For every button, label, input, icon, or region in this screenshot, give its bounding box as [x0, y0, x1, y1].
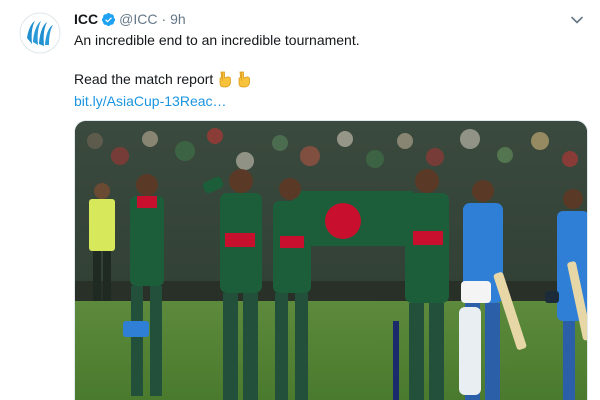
- verified-badge-icon: [101, 12, 116, 27]
- tweet-text-line1: An incredible end to an incredible tourn…: [74, 32, 360, 48]
- match-report-link[interactable]: bit.ly/AsiaCup-13Reac…: [74, 93, 227, 109]
- author-name[interactable]: ICC: [74, 11, 98, 27]
- tweet-timestamp[interactable]: 9h: [170, 11, 186, 27]
- avatar[interactable]: [19, 12, 61, 54]
- pointing-down-emoji-icon: [217, 71, 232, 88]
- header-separator: ·: [161, 11, 167, 27]
- read-report-text: Read the match report: [74, 71, 214, 87]
- tweet-media-image[interactable]: [74, 120, 588, 400]
- tweet-card[interactable]: ICC @ICC · 9h An incredible end to an in…: [0, 0, 600, 400]
- match-photo-icon: [75, 121, 587, 400]
- tweet-header: ICC @ICC · 9h: [74, 10, 186, 28]
- tweet-text-line2: Read the match report: [74, 70, 251, 88]
- pointing-down-emoji-icon: [236, 71, 251, 88]
- chevron-down-icon[interactable]: [569, 12, 585, 28]
- icc-logo-icon: [19, 12, 61, 54]
- author-handle[interactable]: @ICC: [119, 11, 157, 27]
- tweet-text-line3: bit.ly/AsiaCup-13Reac…: [74, 92, 227, 110]
